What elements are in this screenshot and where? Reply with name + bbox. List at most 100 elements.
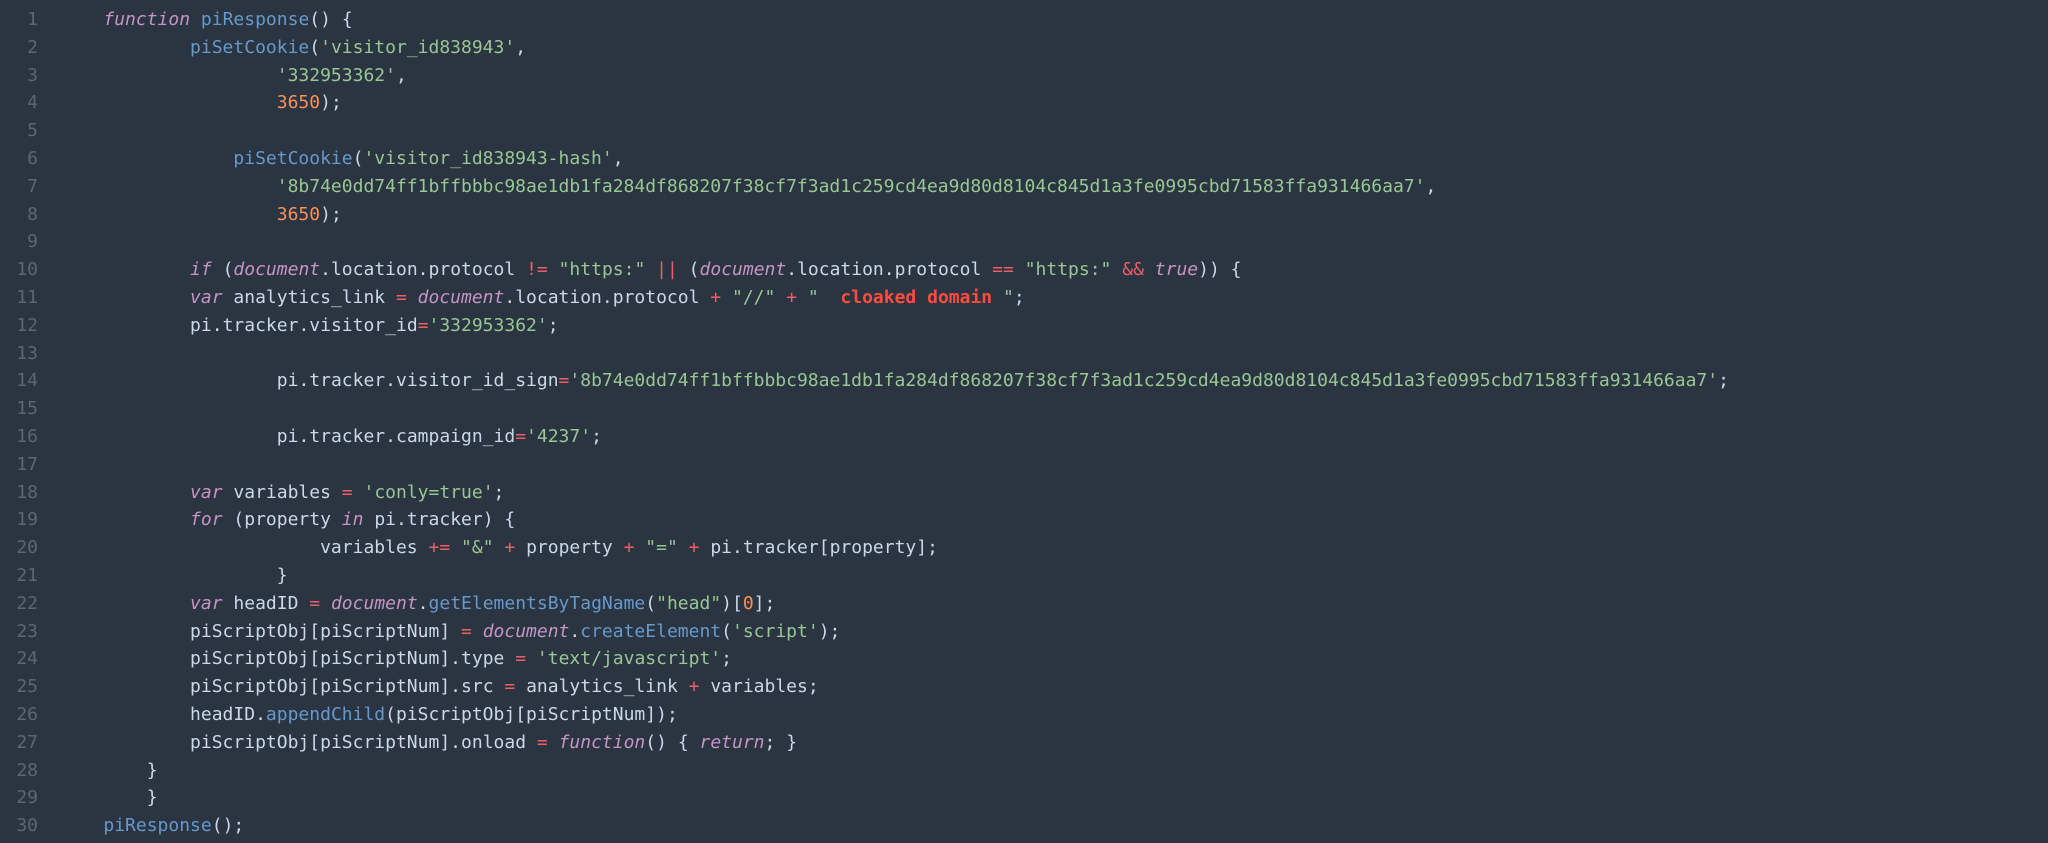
token-plain: piScriptNum — [526, 704, 645, 725]
space — [1144, 259, 1155, 280]
token-plain: piScriptObj — [190, 676, 309, 697]
indent — [60, 787, 147, 808]
token-plain: onload — [461, 732, 526, 753]
space — [385, 287, 396, 308]
code-editor: 1234567891011121314151617181920212223242… — [0, 0, 2048, 843]
token-str: "&" — [461, 537, 494, 558]
token-punct: , — [515, 37, 526, 58]
indent — [60, 676, 190, 697]
space — [775, 732, 786, 753]
paren-pair: () — [212, 815, 234, 836]
token-plain: piScriptNum — [320, 621, 439, 642]
line-21: } — [60, 562, 2048, 590]
token-op: = — [396, 287, 407, 308]
token-op: = — [515, 648, 526, 669]
token-plain: piScriptObj — [190, 732, 309, 753]
indent — [60, 37, 190, 58]
token-plain: piScriptObj — [190, 621, 309, 642]
token-call: createElement — [580, 621, 721, 642]
line-number-gutter: 1234567891011121314151617181920212223242… — [0, 6, 48, 843]
token-plain: piScriptNum — [320, 648, 439, 669]
line-number: 8 — [0, 201, 38, 229]
line-13 — [60, 340, 2048, 368]
token-op: + — [786, 287, 797, 308]
token-op: + — [710, 287, 721, 308]
line-number: 17 — [0, 451, 38, 479]
token-punct: , — [396, 65, 407, 86]
token-op: = — [559, 370, 570, 391]
token-plain: headID — [233, 593, 298, 614]
space — [678, 676, 689, 697]
token-punct: ] — [439, 648, 450, 669]
token-op: == — [992, 259, 1014, 280]
line-number: 4 — [0, 89, 38, 117]
token-doc: document — [233, 259, 320, 280]
line-number: 2 — [0, 34, 38, 62]
token-plain: variables — [233, 482, 331, 503]
space — [223, 593, 234, 614]
space — [689, 732, 700, 753]
token-call: piSetCookie — [190, 37, 309, 58]
token-punct: } — [277, 565, 288, 586]
token-punct: [ — [515, 704, 526, 725]
token-num: 0 — [743, 593, 754, 614]
token-punct: ; — [765, 593, 776, 614]
token-punct: ; — [721, 648, 732, 669]
token-punct: ( — [309, 37, 320, 58]
token-punct: ( — [385, 704, 396, 725]
space — [331, 9, 342, 30]
space — [494, 537, 505, 558]
line-number: 6 — [0, 145, 38, 173]
line-number: 25 — [0, 673, 38, 701]
token-punct: . — [298, 315, 309, 336]
token-num: 3650 — [277, 204, 320, 225]
space — [418, 537, 429, 558]
token-punct: . — [786, 259, 797, 280]
indent — [60, 370, 277, 391]
token-op: + — [504, 537, 515, 558]
token-punct: ] — [439, 732, 450, 753]
line-11: var analytics_link = document.location.p… — [60, 284, 2048, 312]
line-10: if (document.location.protocol != "https… — [60, 256, 2048, 284]
line-number: 18 — [0, 479, 38, 507]
token-doc: document — [483, 621, 570, 642]
token-call: getElementsByTagName — [429, 593, 646, 614]
token-punct: } — [786, 732, 797, 753]
space — [992, 287, 1003, 308]
token-plain: campaign_id — [396, 426, 515, 447]
code-area[interactable]: function piResponse() { piSetCookie('vis… — [48, 6, 2048, 843]
line-24: piScriptObj[piScriptNum].type = 'text/ja… — [60, 645, 2048, 673]
token-punct: . — [418, 593, 429, 614]
token-plain: tracker — [743, 537, 819, 558]
token-punct: ] — [439, 621, 450, 642]
token-kw: function — [559, 732, 646, 753]
token-plain: property — [526, 537, 613, 558]
line-1: function piResponse() { — [60, 6, 2048, 34]
token-punct: } — [147, 760, 158, 781]
token-punct: { — [342, 9, 353, 30]
token-plain: location — [797, 259, 884, 280]
token-plain: protocol — [613, 287, 700, 308]
token-punct: ( — [223, 259, 234, 280]
line-19: for (property in pi.tracker) { — [60, 506, 2048, 534]
space — [450, 537, 461, 558]
token-punct: ) — [656, 704, 667, 725]
token-plain: visitor_id — [309, 315, 417, 336]
space — [515, 259, 526, 280]
line-number: 3 — [0, 62, 38, 90]
token-punct: ; — [331, 204, 342, 225]
line-20: variables += "&" + property + "=" + pi.t… — [60, 534, 2048, 562]
token-punct: , — [613, 148, 624, 169]
token-plain: property — [244, 509, 331, 530]
token-str: 'visitor_id838943-hash' — [363, 148, 612, 169]
line-number: 27 — [0, 729, 38, 757]
token-op: = — [461, 621, 472, 642]
token-op: = — [537, 732, 548, 753]
token-punct: . — [450, 732, 461, 753]
token-call: piSetCookie — [233, 148, 352, 169]
token-plain: tracker — [309, 370, 385, 391]
token-punct: . — [385, 426, 396, 447]
token-punct: . — [884, 259, 895, 280]
token-plain: visitor_id_sign — [396, 370, 559, 391]
line-8: 3650); — [60, 201, 2048, 229]
